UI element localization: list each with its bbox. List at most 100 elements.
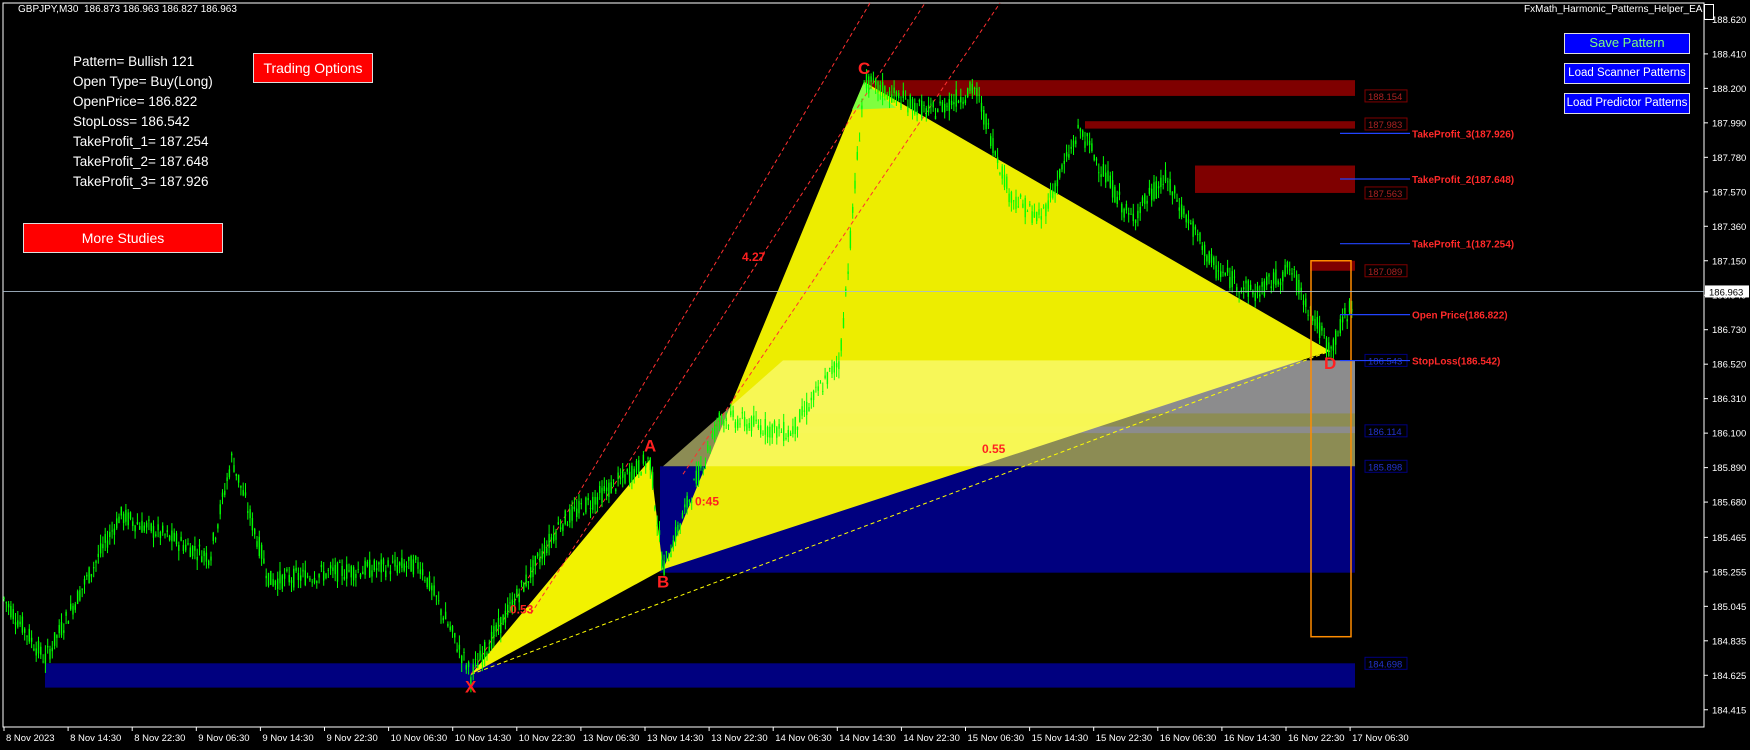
- candle-body: [189, 547, 191, 558]
- candle-body: [838, 361, 840, 370]
- candle-body: [364, 560, 366, 575]
- x-tick-label: 16 Nov 22:30: [1288, 733, 1345, 744]
- candle-body: [817, 386, 819, 391]
- trade-level-label: Open Price(186.822): [1412, 311, 1508, 322]
- candle-body: [1086, 133, 1088, 137]
- y-tick-label: 186.100: [1712, 429, 1746, 440]
- candle-body: [1183, 208, 1185, 215]
- candle-body: [433, 585, 435, 596]
- candle-body: [348, 570, 350, 572]
- candle-body: [93, 567, 95, 569]
- candle-body: [380, 559, 382, 573]
- candle-body: [194, 546, 196, 551]
- candle-body: [350, 566, 352, 578]
- candle-body: [806, 401, 808, 416]
- candle-body: [378, 562, 380, 565]
- candle-body: [661, 559, 663, 569]
- candle-body: [90, 574, 93, 577]
- candle-body: [916, 110, 918, 116]
- candle-body: [306, 576, 309, 578]
- candle-body: [1125, 203, 1128, 211]
- candle-body: [1146, 200, 1148, 204]
- candle-body: [582, 514, 585, 516]
- y-tick-label: 185.890: [1712, 463, 1746, 474]
- candle-body: [477, 662, 479, 669]
- panel-toggle-icon[interactable]: [1704, 4, 1714, 20]
- candle-body: [1070, 146, 1072, 149]
- candle-body: [357, 569, 359, 570]
- candle-body: [42, 661, 44, 663]
- candle-body: [743, 417, 746, 427]
- candle-body: [375, 568, 378, 571]
- candle-body: [783, 421, 785, 441]
- zone-price-label: 187.983: [1368, 120, 1402, 131]
- save-pattern-button[interactable]: Save Pattern: [1564, 33, 1690, 54]
- candle-body: [451, 625, 454, 632]
- candle-body: [573, 506, 576, 510]
- candle-body: [371, 570, 373, 577]
- candle-body: [1215, 265, 1217, 279]
- candle-body: [405, 565, 408, 568]
- candle-body: [428, 575, 431, 590]
- candle-body: [587, 498, 589, 501]
- load-predictor-patterns-button[interactable]: Load Predictor Patterns: [1564, 93, 1690, 114]
- candle-body: [1056, 180, 1059, 187]
- candle-body: [734, 421, 737, 428]
- candle-body: [939, 101, 941, 104]
- candle-body: [1314, 319, 1316, 326]
- candle-body: [1013, 200, 1015, 202]
- candle-body: [458, 644, 461, 650]
- candle-body: [1137, 210, 1139, 219]
- stop-loss-text: StopLoss= 186.542: [73, 114, 190, 129]
- candle-body: [1302, 300, 1305, 305]
- candle-body: [244, 492, 247, 496]
- candle-body: [362, 571, 364, 575]
- trading-options-button[interactable]: Trading Options: [253, 53, 373, 83]
- candle-body: [737, 419, 739, 429]
- candle-body: [622, 470, 624, 478]
- candle-body: [941, 102, 944, 113]
- candle-body: [1291, 272, 1293, 275]
- candle-body: [127, 512, 129, 526]
- candle-body: [748, 422, 750, 429]
- candle-body: [486, 652, 488, 656]
- candle-body: [1226, 267, 1229, 273]
- candle-body: [633, 468, 635, 478]
- candle-body: [1003, 174, 1006, 188]
- candle-body: [196, 556, 198, 561]
- candle-body: [51, 647, 53, 652]
- candle-body: [180, 536, 182, 541]
- candle-body: [550, 537, 553, 540]
- candle-body: [881, 82, 884, 98]
- candle-body: [760, 425, 762, 435]
- candle-body: [1098, 172, 1100, 174]
- y-tick-label: 186.520: [1712, 360, 1746, 371]
- x-tick-label: 9 Nov 06:30: [198, 733, 249, 744]
- candle-body: [1213, 257, 1215, 266]
- candle-body: [461, 655, 463, 663]
- candle-body: [672, 540, 674, 549]
- candle-body: [438, 600, 440, 602]
- candle-body: [279, 570, 281, 584]
- candle-body: [1245, 280, 1247, 284]
- candle-body: [281, 575, 283, 589]
- candle-body: [214, 538, 217, 540]
- candle-body: [695, 470, 697, 484]
- candle-body: [267, 572, 270, 586]
- candle-body: [1249, 284, 1252, 291]
- load-scanner-patterns-button[interactable]: Load Scanner Patterns: [1564, 63, 1690, 84]
- candle-body: [290, 580, 293, 583]
- candle-body: [182, 544, 185, 551]
- candle-body: [426, 577, 428, 588]
- candle-body: [240, 485, 242, 488]
- more-studies-button[interactable]: More Studies: [23, 223, 223, 253]
- y-tick-label: 185.045: [1712, 602, 1746, 613]
- candle-body: [116, 518, 118, 529]
- candle-body: [541, 551, 543, 559]
- candle-body: [74, 604, 76, 610]
- candle-body: [530, 567, 532, 578]
- candle-body: [559, 527, 562, 530]
- price-chart[interactable]: 188.620 188.410 188.200 187.990 187.780 187.5…: [0, 0, 1750, 750]
- candle-body: [63, 630, 65, 633]
- candle-body: [260, 544, 263, 559]
